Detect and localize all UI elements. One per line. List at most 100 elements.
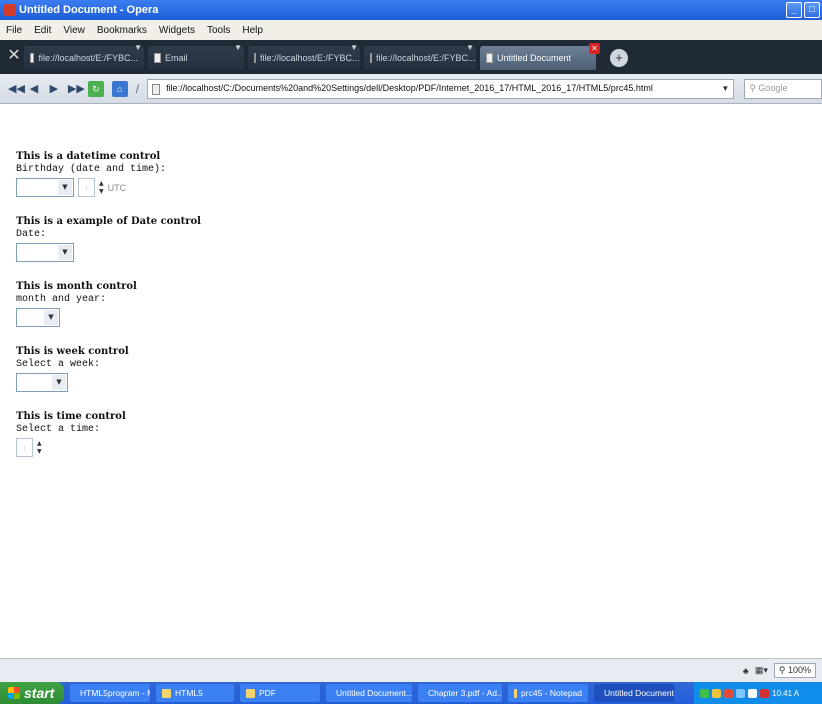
wand-icon[interactable]: / [136, 82, 139, 96]
datetime-time-field[interactable]: : [78, 178, 95, 197]
search-field[interactable]: ⚲ Google [744, 78, 822, 99]
menu-widgets[interactable]: Widgets [159, 25, 195, 36]
clock: 10:41 A [772, 688, 800, 698]
date-heading: This is a example of Date control [16, 216, 201, 227]
document-icon [30, 53, 35, 63]
menu-file[interactable]: File [6, 25, 22, 36]
status-bar: ♣ ▦▾ ⚲ 100% [0, 658, 822, 682]
minimize-button[interactable]: _ [786, 2, 802, 18]
tab-untitled-document[interactable]: Untitled Document ✕ [480, 43, 600, 70]
tab-email[interactable]: Email ▼ [148, 43, 244, 70]
pin-icon: ▼ [234, 43, 242, 52]
taskbar-item[interactable]: HTML5program - M... [70, 684, 150, 702]
dropdown-arrow-icon: ▼ [44, 310, 58, 325]
taskbar-item[interactable]: prc45 - Notepad [508, 684, 588, 702]
tray-icon[interactable] [760, 688, 769, 698]
time-label: Select a time: [16, 424, 101, 435]
new-tab-icon[interactable]: + [610, 49, 628, 67]
zoom-level: 100% [787, 665, 811, 675]
page-icon [152, 83, 161, 95]
tray-icon[interactable] [724, 688, 733, 698]
month-label: month and year: [16, 294, 107, 305]
dropdown-arrow-icon: ▼ [58, 180, 72, 195]
week-section: This is week control Select a week: ▼ [16, 345, 201, 392]
time-section: This is time control Select a time: : ▲ ▼ [16, 410, 201, 457]
menu-bar: File Edit View Bookmarks Widgets Tools H… [0, 20, 822, 40]
address-url: file://localhost/C:/Documents%20and%20Se… [166, 82, 653, 93]
utc-label: UTC [107, 182, 127, 193]
date-dropdown[interactable]: ▼ [16, 243, 74, 262]
navigation-bar: ◀◀ ◀ ▶ ▶▶ ↻ ⌂ / file://localhost/C:/Docu… [0, 74, 822, 104]
month-heading: This is month control [16, 281, 137, 292]
address-dropdown-icon[interactable]: ▼ [721, 84, 729, 93]
zoom-icon: ⚲ [778, 665, 786, 675]
spinner-arrows-icon[interactable]: ▲ ▼ [37, 440, 42, 456]
taskbar-item[interactable]: PDF [240, 684, 320, 702]
month-section: This is month control month and year: ▼ [16, 280, 201, 327]
folder-icon [162, 688, 171, 698]
start-button[interactable]: start [0, 682, 64, 704]
tray-icon[interactable] [700, 688, 709, 698]
time-heading: This is time control [16, 411, 126, 422]
close-tab-icon[interactable]: ✕ [589, 43, 600, 54]
menu-help[interactable]: Help [242, 25, 263, 36]
maximize-button[interactable]: □ [804, 2, 820, 18]
week-label: Select a week: [16, 359, 101, 370]
taskbar-item[interactable]: HTML5 [156, 684, 234, 702]
view-icon[interactable]: ▦▾ [755, 665, 768, 676]
home-icon[interactable]: ⌂ [111, 80, 128, 97]
back-icon[interactable]: ◀ [28, 82, 40, 95]
tab-file-2[interactable]: file://localhost/E:/FYBC... ▼ [248, 43, 360, 70]
zoom-control[interactable]: ⚲ 100% [773, 663, 816, 678]
search-placeholder: Google [758, 82, 788, 93]
menu-bookmarks[interactable]: Bookmarks [97, 25, 147, 36]
network-icon[interactable] [748, 688, 757, 698]
document-icon [486, 53, 493, 63]
date-section: This is a example of Date control Date: … [16, 215, 201, 262]
speed-dial-icon[interactable]: ♣ [743, 666, 749, 676]
address-field[interactable]: file://localhost/C:/Documents%20and%20Se… [147, 78, 735, 99]
fast-forward-icon[interactable]: ▶▶ [68, 82, 85, 95]
month-dropdown[interactable]: ▼ [16, 308, 60, 327]
folder-icon [246, 688, 255, 698]
menu-edit[interactable]: Edit [34, 25, 51, 36]
start-label: start [24, 685, 55, 701]
menu-view[interactable]: View [63, 25, 85, 36]
tab-file-3[interactable]: file://localhost/E:/FYBC... ▼ [364, 43, 476, 70]
dropdown-arrow-icon: ▼ [52, 375, 66, 390]
dropdown-arrow-icon: ▼ [58, 245, 72, 260]
tools-icon[interactable]: ✕ [4, 45, 24, 69]
forward-icon[interactable]: ▶ [48, 82, 60, 95]
document-icon [254, 53, 256, 63]
date-label: Date: [16, 229, 47, 240]
taskbar-item[interactable]: Chapter 3.pdf - Ad... [418, 684, 502, 702]
week-heading: This is week control [16, 346, 129, 357]
week-dropdown[interactable]: ▼ [16, 373, 68, 392]
datetime-label: Birthday (date and time): [16, 164, 167, 175]
datetime-heading: This is a datetime control [16, 151, 161, 162]
taskbar: start HTML5program - M... HTML5 PDF Unti… [0, 682, 822, 704]
search-icon: ⚲ [749, 82, 756, 93]
window-title-bar[interactable]: Untitled Document - Opera _ □ [0, 0, 822, 20]
opera-icon [4, 4, 16, 16]
tab-bar: ✕ file://localhost/E:/FYBC... ▼ Email ▼ … [0, 40, 822, 74]
datetime-date-dropdown[interactable]: ▼ [16, 178, 74, 197]
window-title: Untitled Document - Opera [19, 4, 159, 16]
taskbar-item-active[interactable]: Untitled Document ... [594, 684, 674, 702]
datetime-section: This is a datetime control Birthday (dat… [16, 150, 201, 197]
notepad-icon [514, 688, 518, 698]
page-content: This is a datetime control Birthday (dat… [16, 150, 201, 475]
document-icon [370, 53, 372, 63]
menu-tools[interactable]: Tools [207, 25, 230, 36]
tray-icon[interactable] [712, 688, 721, 698]
spinner-arrows-icon[interactable]: ▲ ▼ [99, 180, 104, 196]
time-field[interactable]: : [16, 438, 33, 457]
system-tray: 10:41 A [694, 682, 822, 704]
document-icon [154, 53, 161, 63]
tray-icon[interactable] [736, 688, 745, 698]
reload-icon[interactable]: ↻ [87, 80, 104, 97]
rewind-icon[interactable]: ◀◀ [8, 82, 25, 95]
tab-file-1[interactable]: file://localhost/E:/FYBC... ▼ [24, 43, 144, 70]
windows-logo-icon [8, 687, 20, 699]
taskbar-item[interactable]: Untitled Document... [326, 684, 412, 702]
